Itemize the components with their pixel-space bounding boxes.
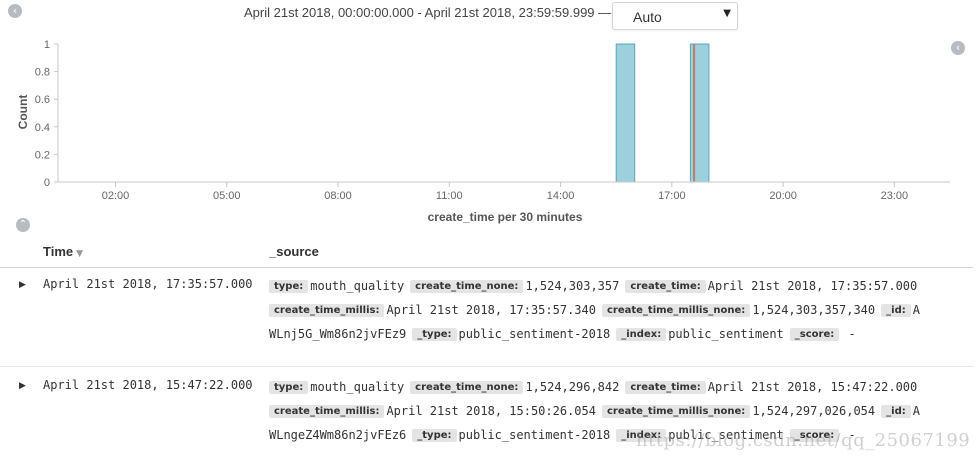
- table-row-time: April 21st 2018, 15:47:22.000: [43, 378, 253, 392]
- field-value: WLnj5G_Wm86n2jvFEz9: [269, 327, 407, 341]
- chart-x-axis: 02:00 05:00 08:00 11:00 14:00 17:00 20:00 23:00: [58, 181, 950, 202]
- field-key: create_time_millis_none:: [601, 304, 751, 317]
- source-line: type: mouth_quality create_time_none: 1,524…: [269, 380, 923, 394]
- field-value: public_sentiment-2018: [458, 327, 611, 341]
- field-value: 1,524,303,357,340: [752, 303, 876, 317]
- watermark-text: https://blog.csdn.net/qq_25067199: [636, 430, 971, 451]
- field-key: create_time_millis_none:: [601, 405, 751, 418]
- y-tick-label: 0.6: [35, 94, 50, 106]
- y-tick-label: 1: [44, 39, 50, 51]
- field-value: 1,524,296,842: [525, 380, 620, 394]
- field-value: public_sentiment: [668, 327, 784, 341]
- field-key: type:: [269, 381, 309, 394]
- expand-row-icon[interactable]: ▶: [19, 280, 26, 290]
- y-axis-title: Count: [16, 95, 30, 130]
- field-key: create_time:: [625, 381, 706, 394]
- y-tick-label: 0.8: [35, 67, 50, 79]
- source-line: create_time_millis: April 21st 2018, 15:5…: [269, 404, 926, 418]
- field-key: create_time_none:: [410, 280, 524, 293]
- table-row-time: April 21st 2018, 17:35:57.000: [43, 277, 253, 291]
- field-value: 1,524,297,026,054: [752, 404, 876, 418]
- table-header-divider: [0, 267, 973, 268]
- column-header-time[interactable]: Time ▼: [43, 244, 83, 259]
- y-tick-label: 0.2: [35, 149, 50, 161]
- field-value: WLngeZ4Wm86n2jvFEz6: [269, 428, 407, 442]
- source-line: type: mouth_quality create_time_none: 1,524…: [269, 279, 923, 293]
- field-value: mouth_quality: [310, 380, 405, 394]
- field-value: A: [912, 404, 920, 418]
- histogram-chart[interactable]: 0 0.2 0.4 0.6 0.8 1 02:00 05:00 08:00 11:00 14:00…: [0, 0, 978, 232]
- field-key: create_time_none:: [410, 381, 524, 394]
- x-tick-label: 23:00: [881, 190, 909, 202]
- row-divider: [0, 366, 973, 367]
- field-key: _id:: [881, 304, 911, 317]
- x-tick-label: 05:00: [213, 190, 241, 202]
- x-tick-label: 02:00: [102, 190, 130, 202]
- column-header-time-label: Time: [43, 244, 74, 259]
- field-value: April 21st 2018, 17:35:57.340: [386, 303, 596, 317]
- y-tick-label: 0.4: [35, 122, 50, 134]
- source-line: WLnj5G_Wm86n2jvFEz9 _type: public_sentimen…: [269, 327, 862, 341]
- field-key: type:: [269, 280, 309, 293]
- y-tick-label: 0: [44, 177, 50, 189]
- column-header-source: _source: [269, 244, 319, 259]
- field-key: create_time:: [625, 280, 706, 293]
- x-tick-label: 20:00: [769, 190, 797, 202]
- field-value: mouth_quality: [310, 279, 405, 293]
- chart-bars: [615, 43, 710, 183]
- source-line: create_time_millis: April 21st 2018, 17:3…: [269, 303, 926, 317]
- field-key: create_time_millis:: [269, 304, 385, 317]
- sort-down-icon[interactable]: ▼: [76, 249, 83, 259]
- field-value: A: [912, 303, 920, 317]
- x-axis-title: create_time per 30 minutes: [428, 210, 583, 224]
- field-key: _index:: [616, 328, 667, 341]
- field-key: _id:: [881, 405, 911, 418]
- field-key: _type:: [412, 328, 457, 341]
- x-tick-label: 17:00: [658, 190, 686, 202]
- field-value: April 21st 2018, 15:50:26.054: [386, 404, 596, 418]
- field-value: public_sentiment-2018: [458, 428, 611, 442]
- collapse-chart-icon[interactable]: ⌃: [16, 218, 30, 232]
- histogram-bar[interactable]: [615, 43, 636, 183]
- field-key: create_time_millis:: [269, 405, 385, 418]
- field-value: -: [841, 327, 856, 341]
- expand-row-icon[interactable]: ▶: [19, 381, 26, 391]
- field-value: April 21st 2018, 17:35:57.000: [707, 279, 918, 293]
- field-value: April 21st 2018, 15:47:22.000: [707, 380, 918, 394]
- x-tick-label: 08:00: [324, 190, 352, 202]
- field-value: 1,524,303,357: [525, 279, 620, 293]
- x-tick-label: 14:00: [547, 190, 575, 202]
- field-key: _score:: [789, 328, 840, 341]
- field-key: _type:: [412, 429, 457, 442]
- chart-y-axis: 0 0.2 0.4 0.6 0.8 1: [35, 39, 59, 189]
- x-tick-label: 11:00: [436, 190, 463, 202]
